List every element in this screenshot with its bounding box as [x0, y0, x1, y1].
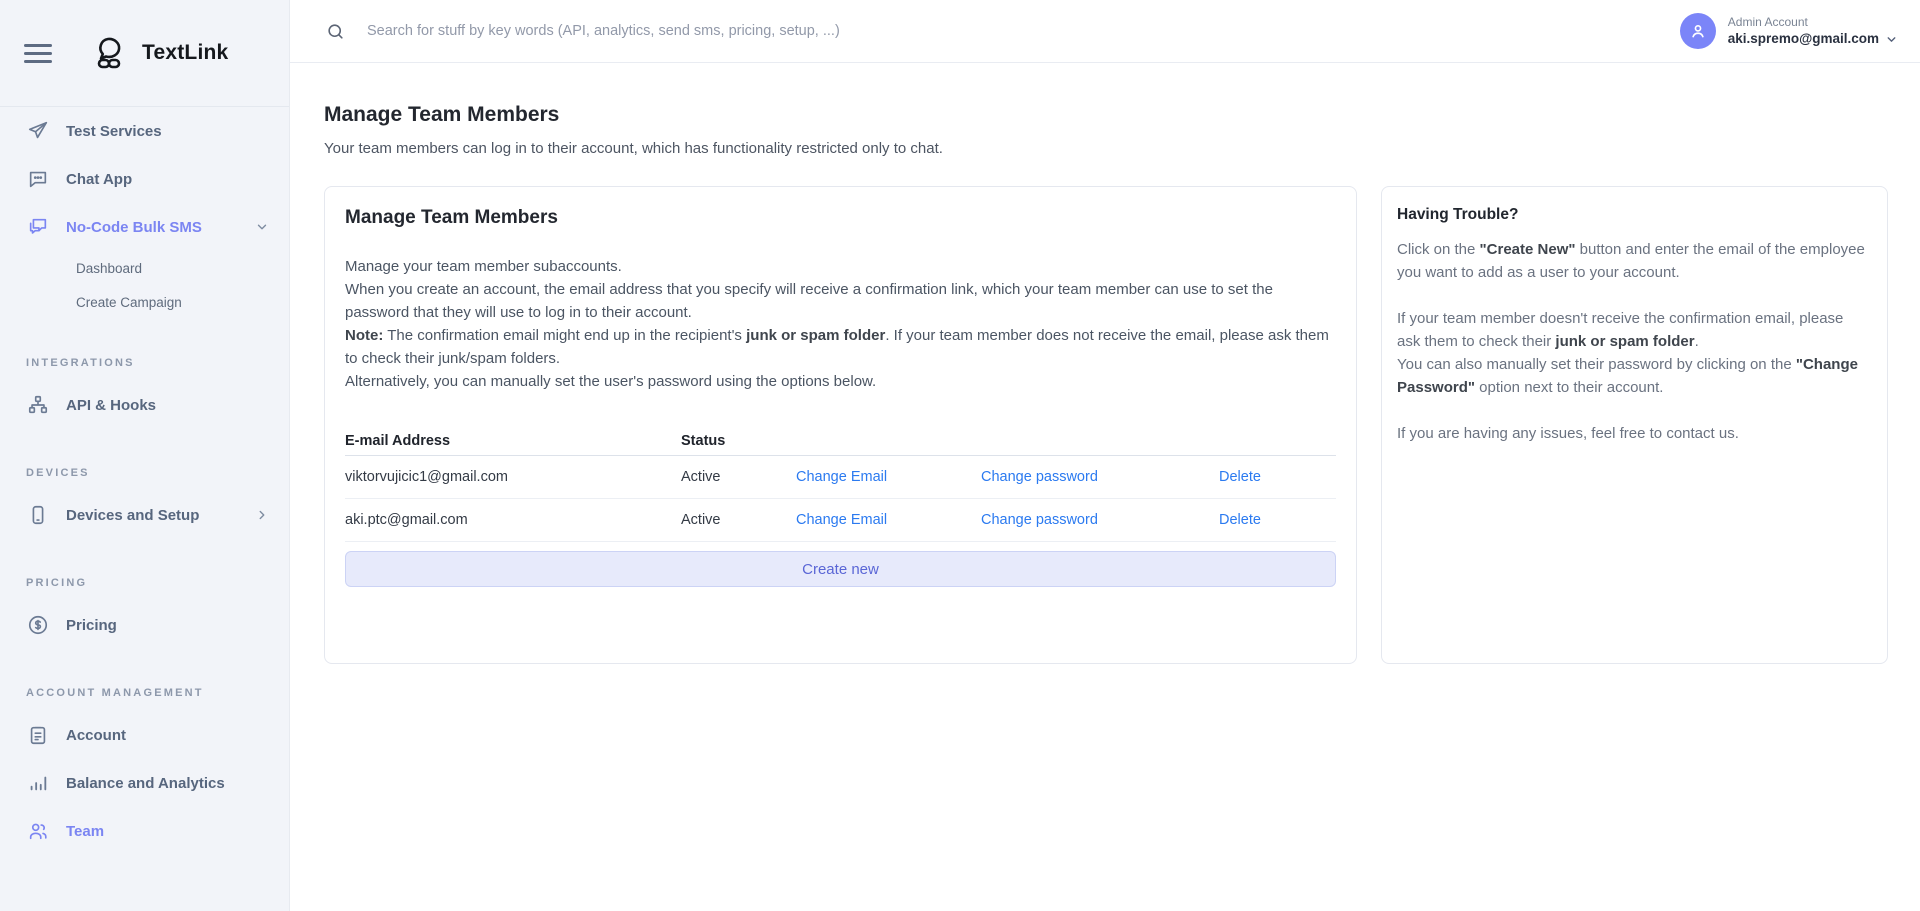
account-menu[interactable]: Admin Account aki.spremo@gmail.com	[1680, 13, 1898, 49]
search-icon	[326, 22, 345, 41]
table-row: aki.ptc@gmail.com Active Change Email Ch…	[345, 499, 1336, 542]
help-bold-text: "Create New"	[1480, 241, 1576, 258]
sidebar-item-devices-setup[interactable]: Devices and Setup	[0, 491, 289, 539]
sitemap-icon	[26, 393, 50, 417]
change-password-link[interactable]: Change password	[981, 512, 1219, 528]
help-text: .	[1695, 333, 1699, 350]
brand-logo[interactable]: TextLink	[92, 31, 228, 76]
team-icon	[26, 819, 50, 843]
help-text: You can also manually set their password…	[1397, 356, 1796, 373]
team-members-table: E-mail Address Status viktorvujicic1@gma…	[345, 426, 1336, 542]
help-bold-text: junk or spam folder	[1555, 333, 1694, 350]
topbar: Admin Account aki.spremo@gmail.com	[290, 0, 1920, 63]
smartphone-icon	[26, 503, 50, 527]
table-header-row: E-mail Address Status	[345, 426, 1336, 456]
sidebar-section-integrations: INTEGRATIONS	[26, 357, 289, 375]
brand-name: TextLink	[142, 41, 228, 65]
change-password-link[interactable]: Change password	[981, 469, 1219, 485]
hamburger-menu-icon[interactable]	[24, 39, 52, 68]
help-text: Click on the	[1397, 241, 1480, 258]
card-paragraph: Manage your team member subaccounts.	[345, 255, 1336, 278]
chevron-down-icon	[1885, 33, 1898, 46]
textlink-logo-icon	[92, 31, 132, 76]
member-status: Active	[681, 512, 796, 528]
help-text: option next to their account.	[1475, 379, 1663, 396]
sidebar-item-label: Team	[66, 823, 104, 840]
note-text: The confirmation email might end up in t…	[383, 327, 746, 344]
sidebar-item-label: No-Code Bulk SMS	[66, 219, 202, 236]
help-paragraph: If you are having any issues, feel free …	[1397, 422, 1865, 445]
page-title: Manage Team Members	[324, 103, 1888, 127]
sidebar-item-label: Test Services	[66, 123, 162, 140]
sidebar-item-team[interactable]: Team	[0, 807, 289, 855]
column-header-status: Status	[681, 433, 796, 449]
chat-bubble-icon	[26, 167, 50, 191]
card-description: Manage your team member subaccounts. Whe…	[345, 255, 1336, 393]
sidebar-item-label: API & Hooks	[66, 397, 156, 414]
sidebar-subitem-create-campaign[interactable]: Create Campaign	[0, 285, 289, 319]
sidebar-subitem-label: Create Campaign	[76, 295, 182, 310]
sidebar-item-balance-analytics[interactable]: Balance and Analytics	[0, 759, 289, 807]
search-input[interactable]	[367, 23, 1127, 39]
change-email-link[interactable]: Change Email	[796, 512, 981, 528]
card-paragraph: Alternatively, you can manually set the …	[345, 370, 1336, 393]
dollar-circle-icon	[26, 613, 50, 637]
help-title: Having Trouble?	[1397, 206, 1865, 224]
delete-link[interactable]: Delete	[1219, 512, 1336, 528]
help-paragraph: Click on the "Create New" button and ent…	[1397, 238, 1865, 284]
logo-row: TextLink	[0, 0, 289, 107]
help-paragraph: You can also manually set their password…	[1397, 353, 1865, 399]
sidebar-nav: Test Services Chat App No-Code Bulk SMS …	[0, 107, 289, 855]
note-label: Note:	[345, 327, 383, 344]
sidebar-item-pricing[interactable]: Pricing	[0, 601, 289, 649]
main-content: Manage Team Members Your team members ca…	[290, 63, 1920, 911]
sidebar-item-test-services[interactable]: Test Services	[0, 107, 289, 155]
sidebar-subitem-dashboard[interactable]: Dashboard	[0, 251, 289, 285]
account-role: Admin Account	[1728, 14, 1898, 30]
member-email: viktorvujicic1@gmail.com	[345, 469, 681, 485]
id-card-icon	[26, 723, 50, 747]
card-paragraph: Note: The confirmation email might end u…	[345, 324, 1336, 370]
search-bar	[326, 22, 1680, 41]
member-email: aki.ptc@gmail.com	[345, 512, 681, 528]
sidebar-section-pricing: PRICING	[26, 577, 289, 595]
delete-link[interactable]: Delete	[1219, 469, 1336, 485]
sidebar-item-label: Account	[66, 727, 126, 744]
column-header-email: E-mail Address	[345, 433, 681, 449]
account-email: aki.spremo@gmail.com	[1728, 30, 1879, 48]
table-row: viktorvujicic1@gmail.com Active Change E…	[345, 456, 1336, 499]
sidebar-item-label: Devices and Setup	[66, 507, 199, 524]
member-status: Active	[681, 469, 796, 485]
sidebar-item-label: Pricing	[66, 617, 117, 634]
having-trouble-card: Having Trouble? Click on the "Create New…	[1381, 186, 1888, 664]
chevron-down-icon	[255, 220, 269, 234]
note-bold-text: junk or spam folder	[746, 327, 885, 344]
page-subtitle: Your team members can log in to their ac…	[324, 140, 1888, 157]
avatar	[1680, 13, 1716, 49]
chevron-right-icon	[255, 508, 269, 522]
chat-bubbles-icon	[26, 215, 50, 239]
paper-plane-icon	[26, 119, 50, 143]
team-members-card: Manage Team Members Manage your team mem…	[324, 186, 1357, 664]
sidebar-subitem-label: Dashboard	[76, 261, 142, 276]
sidebar-item-no-code-bulk-sms[interactable]: No-Code Bulk SMS	[0, 203, 289, 251]
help-body: Click on the "Create New" button and ent…	[1397, 238, 1865, 445]
sidebar-item-label: Balance and Analytics	[66, 775, 225, 792]
sidebar-section-account-management: ACCOUNT MANAGEMENT	[26, 687, 289, 705]
sidebar-item-label: Chat App	[66, 171, 132, 188]
sidebar-item-account[interactable]: Account	[0, 711, 289, 759]
sidebar-section-devices: DEVICES	[26, 467, 289, 485]
change-email-link[interactable]: Change Email	[796, 469, 981, 485]
card-title: Manage Team Members	[345, 207, 1336, 229]
card-paragraph: When you create an account, the email ad…	[345, 278, 1336, 324]
sidebar: TextLink Test Services Chat App No-Code …	[0, 0, 290, 911]
sidebar-item-api-hooks[interactable]: API & Hooks	[0, 381, 289, 429]
bar-chart-icon	[26, 771, 50, 795]
sidebar-item-chat-app[interactable]: Chat App	[0, 155, 289, 203]
help-paragraph: If your team member doesn't receive the …	[1397, 307, 1865, 353]
create-new-button[interactable]: Create new	[345, 551, 1336, 587]
